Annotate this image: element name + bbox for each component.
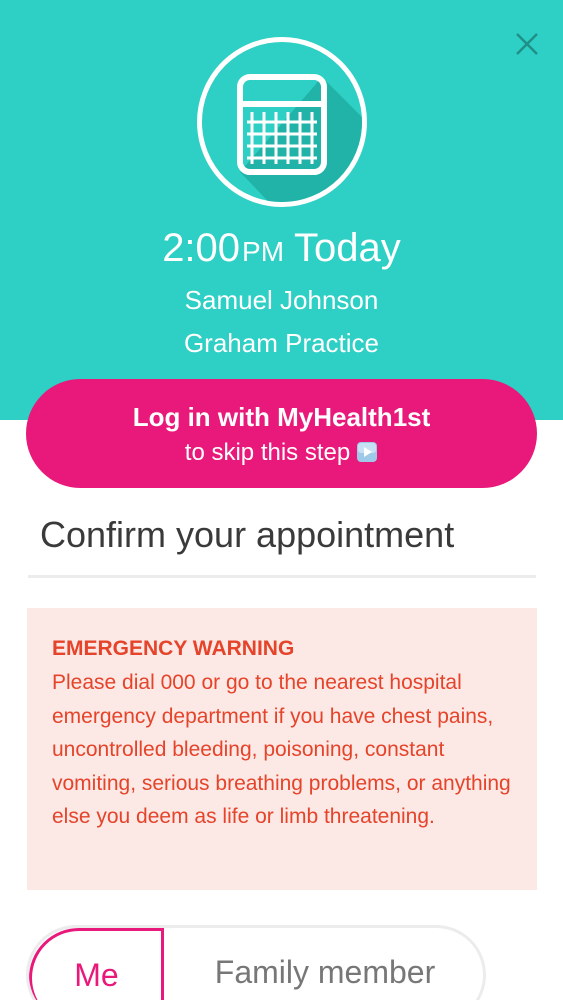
calendar-badge	[197, 37, 367, 207]
emergency-warning-box: EMERGENCY WARNING Please dial 000 or go …	[27, 608, 537, 890]
time-ampm: PM	[242, 236, 285, 267]
me-option[interactable]: Me	[29, 928, 164, 1000]
play-icon	[356, 441, 378, 463]
appointment-time: 2:00PM Today	[0, 222, 563, 278]
doctor-name: Samuel Johnson	[184, 285, 379, 315]
warning-body: Please dial 000 or go to the nearest hos…	[52, 671, 511, 828]
warning-title: EMERGENCY WARNING	[52, 637, 295, 660]
calendar-icon	[237, 74, 362, 202]
time-day: Today	[294, 226, 401, 270]
login-main-label: Log in with MyHealth1st	[132, 402, 431, 432]
time-value: 2:00	[162, 226, 241, 270]
close-button[interactable]	[511, 28, 543, 60]
practice-name: Graham Practice	[183, 328, 380, 358]
divider	[28, 575, 536, 578]
appointment-header: 2:00PM Today Samuel Johnson Graham Practi…	[0, 0, 563, 420]
login-sub-line: to skip this step	[26, 437, 537, 469]
patient-toggle: Family member Me	[26, 925, 486, 1000]
close-icon	[516, 33, 538, 55]
myhealth-login-button[interactable]: Log in with MyHealth1st to skip this ste…	[26, 379, 537, 488]
confirm-heading: Confirm your appointment	[40, 514, 455, 555]
login-sub-label: to skip this step	[184, 439, 351, 466]
family-member-option[interactable]: Family member	[164, 928, 483, 1000]
